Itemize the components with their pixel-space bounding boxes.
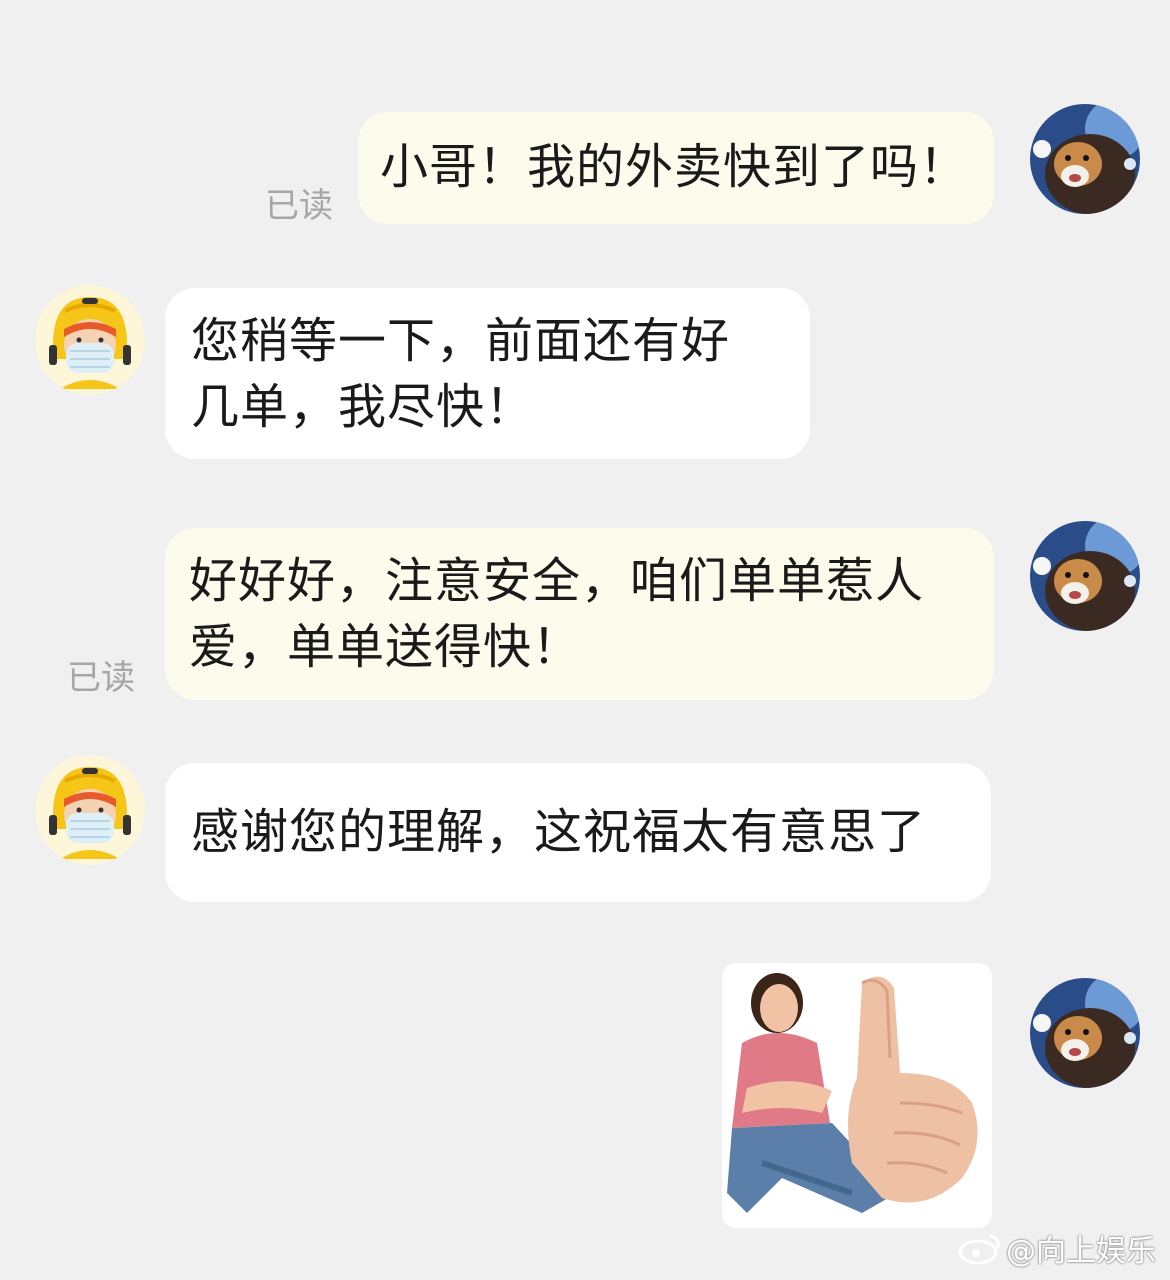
thumbs-up-sticker[interactable] xyxy=(722,963,992,1228)
cat-avatar-icon[interactable] xyxy=(1030,104,1140,214)
message-text-line: 您稍等一下，前面还有好 xyxy=(191,313,731,369)
weibo-icon xyxy=(958,1232,1002,1272)
message-text: 小哥！我的外卖快到了吗！ xyxy=(380,139,969,195)
watermark: @向上娱乐 xyxy=(958,1226,1156,1273)
delivery-rider-avatar-icon[interactable] xyxy=(35,285,145,395)
message-text-line: 几单，我尽快！ xyxy=(191,379,535,435)
message-text: 感谢您的理解，这祝福太有意思了 xyxy=(191,804,927,860)
read-status: 已读 xyxy=(67,658,135,698)
message-bubble-outgoing[interactable]: 小哥！我的外卖快到了吗！ xyxy=(358,112,994,224)
watermark-text: @向上娱乐 xyxy=(1006,1233,1156,1269)
read-status: 已读 xyxy=(265,186,333,226)
message-text-line: 好好好，注意安全，咱们单单惹人 xyxy=(189,553,925,609)
cat-avatar-icon[interactable] xyxy=(1030,978,1140,1088)
message-bubble-incoming[interactable]: 感谢您的理解，这祝福太有意思了 xyxy=(165,763,991,902)
message-bubble-outgoing[interactable]: 好好好，注意安全，咱们单单惹人 爱，单单送得快！ xyxy=(165,528,994,700)
message-text-line: 爱，单单送得快！ xyxy=(189,619,582,675)
cat-avatar-icon[interactable] xyxy=(1030,521,1140,631)
message-bubble-incoming[interactable]: 您稍等一下，前面还有好 几单，我尽快！ xyxy=(165,288,810,459)
delivery-rider-avatar-icon[interactable] xyxy=(35,755,145,865)
